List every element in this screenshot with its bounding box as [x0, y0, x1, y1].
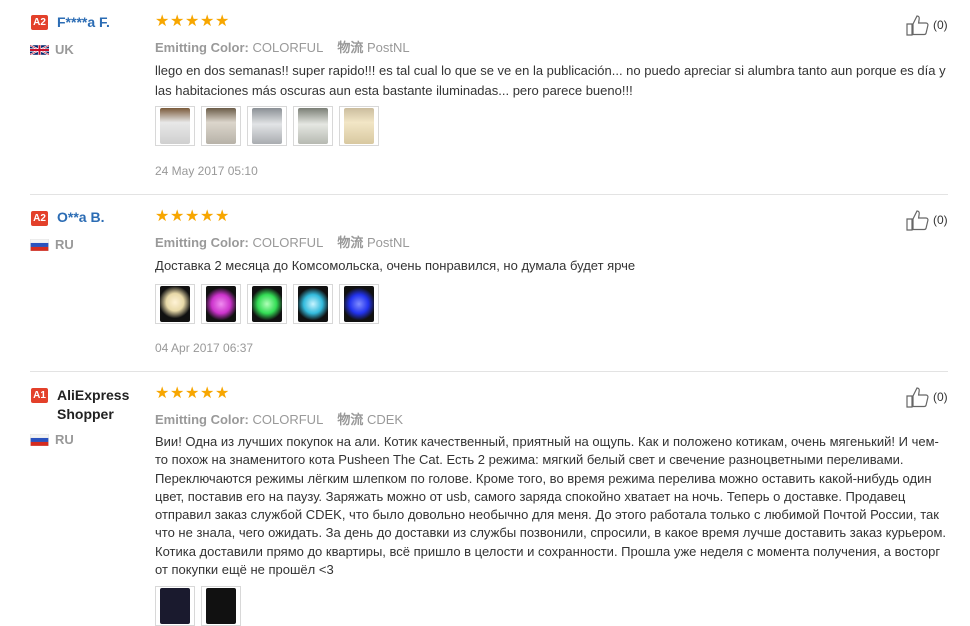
star-icon: ★ — [215, 385, 230, 402]
star-icon: ★ — [215, 208, 230, 225]
russia-flag-icon — [30, 433, 49, 446]
star-icon: ★ — [155, 385, 170, 402]
country-code: UK — [55, 42, 74, 57]
star-icon: ★ — [200, 385, 215, 402]
review-photo-thumb[interactable] — [293, 106, 333, 146]
country-code: RU — [55, 237, 74, 252]
review-photo-thumb[interactable] — [339, 284, 379, 324]
buyer-level-badge: A2 — [31, 15, 48, 30]
buyer-level-badge: A2 — [31, 211, 48, 226]
star-icon: ★ — [185, 385, 200, 402]
review-attributes: Emitting Color: COLORFUL 物流 PostNL — [155, 37, 410, 56]
russia-flag-icon — [30, 238, 49, 251]
color-label: Emitting Color: — [155, 40, 249, 55]
review-photo-thumb[interactable] — [201, 284, 241, 324]
review-photo-thumb[interactable] — [155, 586, 195, 626]
star-icon: ★ — [200, 208, 215, 225]
review-photo-thumb[interactable] — [339, 106, 379, 146]
country-code: RU — [55, 432, 74, 447]
like-count: (0) — [933, 18, 948, 32]
review-photos — [155, 586, 241, 626]
shipping-value: PostNL — [366, 235, 410, 250]
star-icon: ★ — [185, 13, 200, 30]
star-icon: ★ — [170, 208, 185, 225]
divider — [30, 371, 948, 372]
star-icon: ★ — [170, 385, 185, 402]
thumbs-up-icon — [906, 210, 929, 231]
review-photos — [155, 106, 379, 146]
color-value: COLORFUL — [252, 412, 324, 427]
review-photo-thumb[interactable] — [201, 586, 241, 626]
star-icon: ★ — [185, 208, 200, 225]
like-button[interactable]: (0) — [906, 386, 948, 408]
shipping-label: 物流 — [337, 412, 364, 427]
star-icon: ★ — [200, 13, 215, 30]
star-icon: ★ — [170, 13, 185, 30]
review-photo-thumb[interactable] — [155, 106, 195, 146]
review-text: Вии! Одна из лучших покупок на али. Коти… — [155, 434, 947, 578]
star-rating: ★★★★★ — [155, 386, 230, 402]
like-button[interactable]: (0) — [906, 14, 948, 36]
color-label: Emitting Color: — [155, 235, 249, 250]
review-photo-thumb[interactable] — [247, 106, 287, 146]
review-text: Доставка 2 месяца до Комсомольска, очень… — [155, 258, 636, 273]
review-text: llego en dos semanas!! super rapido!!! e… — [155, 63, 946, 98]
thumbs-up-icon — [906, 387, 929, 408]
review-photo-thumb[interactable] — [155, 284, 195, 324]
review-attributes: Emitting Color: COLORFUL 物流 CDEK — [155, 409, 403, 428]
star-icon: ★ — [215, 13, 230, 30]
star-icon: ★ — [155, 208, 170, 225]
divider — [30, 194, 948, 195]
reviewer-country: RU — [30, 432, 74, 447]
like-button[interactable]: (0) — [906, 209, 948, 231]
reviewer-country: RU — [30, 237, 74, 252]
thumbs-up-icon — [906, 15, 929, 36]
star-icon: ★ — [155, 13, 170, 30]
color-value: COLORFUL — [252, 235, 324, 250]
review-attributes: Emitting Color: COLORFUL 物流 PostNL — [155, 232, 410, 251]
review-photo-thumb[interactable] — [247, 284, 287, 324]
uk-flag-icon — [30, 43, 49, 56]
shipping-label: 物流 — [337, 235, 364, 250]
reviewer-country: UK — [30, 42, 74, 57]
review-photos — [155, 284, 379, 324]
reviewer-name[interactable]: AliExpress Shopper — [57, 386, 147, 424]
shipping-value: PostNL — [366, 40, 410, 55]
reviewer-name[interactable]: F****a F. — [57, 14, 110, 30]
like-count: (0) — [933, 390, 948, 404]
review-photo-thumb[interactable] — [201, 106, 241, 146]
review-date: 24 May 2017 05:10 — [155, 164, 258, 178]
like-count: (0) — [933, 213, 948, 227]
reviewer-name[interactable]: O**a B. — [57, 209, 104, 225]
star-rating: ★★★★★ — [155, 209, 230, 225]
shipping-label: 物流 — [337, 40, 364, 55]
buyer-level-badge: A1 — [31, 388, 48, 403]
review-photo-thumb[interactable] — [293, 284, 333, 324]
color-label: Emitting Color: — [155, 412, 249, 427]
star-rating: ★★★★★ — [155, 14, 230, 30]
color-value: COLORFUL — [252, 40, 324, 55]
review-date: 04 Apr 2017 06:37 — [155, 341, 254, 355]
shipping-value: CDEK — [366, 412, 404, 427]
